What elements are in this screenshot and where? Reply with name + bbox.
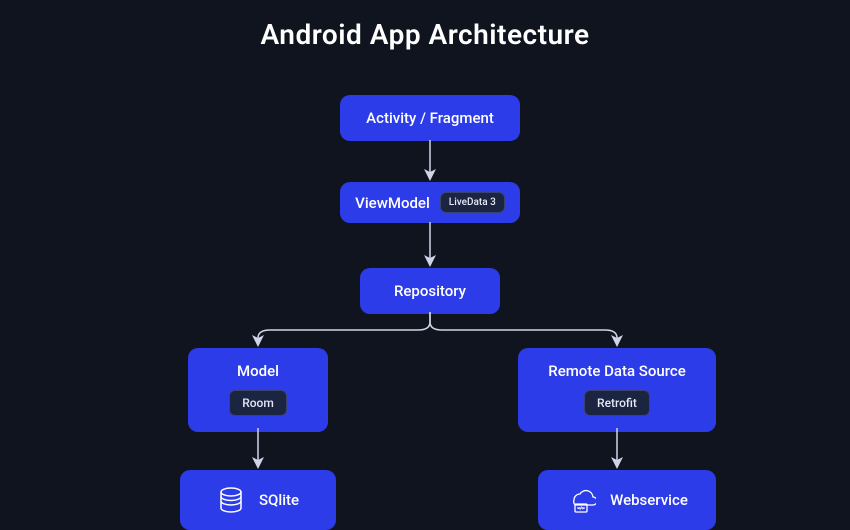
- node-label: Model: [237, 362, 279, 380]
- node-label: ViewModel: [355, 194, 430, 212]
- node-webservice: </> Webservice: [538, 470, 716, 530]
- chip-room: Room: [229, 390, 287, 416]
- node-viewmodel: ViewModel LiveData 3: [340, 182, 520, 223]
- svg-text:</>: </>: [578, 506, 585, 512]
- chip-retrofit: Retrofit: [584, 390, 650, 416]
- node-label: Remote Data Source: [548, 362, 685, 380]
- node-activity-fragment: Activity / Fragment: [340, 95, 520, 141]
- node-remote-data-source: Remote Data Source Retrofit: [518, 348, 716, 432]
- cloud-service-icon: </>: [566, 486, 596, 514]
- node-label: SQlite: [259, 491, 299, 509]
- diagram-title: Android App Architecture: [260, 18, 589, 51]
- connector-arrows: [0, 0, 850, 530]
- node-sqlite: SQlite: [180, 470, 336, 530]
- node-label: Repository: [394, 282, 466, 300]
- node-label: Webservice: [610, 491, 688, 509]
- node-model: Model Room: [188, 348, 328, 432]
- database-icon: [217, 486, 245, 514]
- chip-livedata: LiveData 3: [440, 192, 505, 213]
- node-repository: Repository: [360, 268, 500, 314]
- node-label: Activity / Fragment: [366, 109, 494, 127]
